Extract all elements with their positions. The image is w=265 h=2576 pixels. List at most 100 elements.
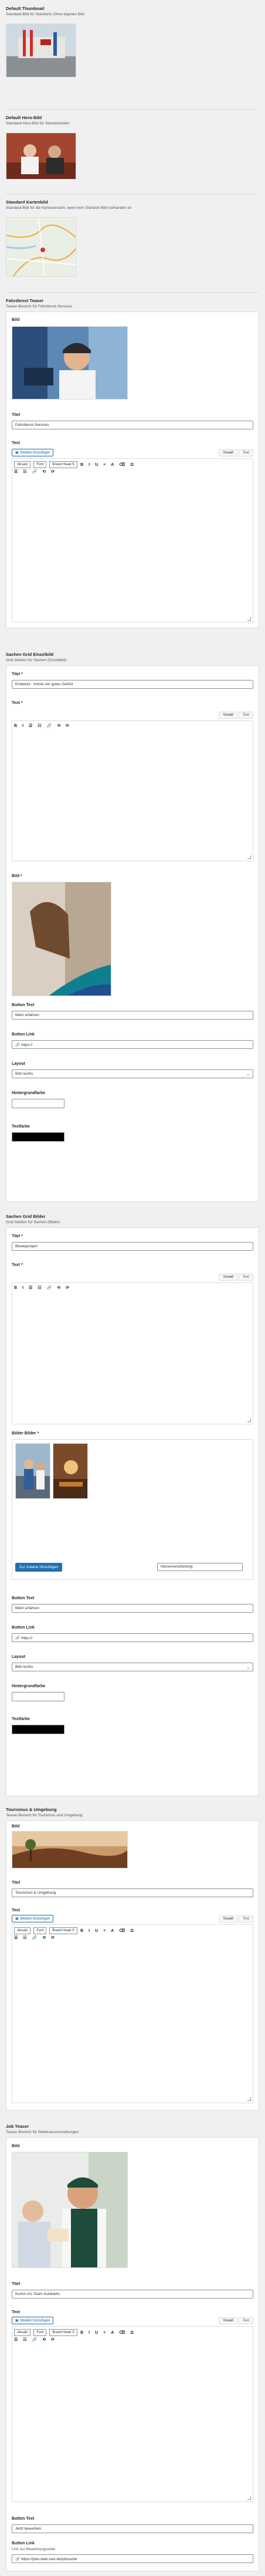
job-editor[interactable] <box>12 2326 253 2502</box>
font-select[interactable]: Font <box>33 1927 47 1934</box>
italic-button[interactable]: I <box>22 724 23 728</box>
italic-button[interactable]: I <box>89 1929 90 1933</box>
sachen-bilder-hg-color[interactable] <box>12 1692 64 1701</box>
sachen-image[interactable] <box>12 882 111 996</box>
fahrdienst-media-button[interactable]: ▣ Medien hinzufügen <box>12 449 54 456</box>
sachen-bilder-titel-input[interactable]: Bewegungen <box>12 1242 253 1251</box>
tab-text[interactable]: Text <box>238 449 253 456</box>
redo-icon[interactable]: ⟳ <box>51 2337 55 2342</box>
galerie-add-button[interactable]: Zur Galerie hinzufügen <box>15 1563 63 1572</box>
sachen-layout-select[interactable]: Bild rechts ⌄ <box>12 1069 253 1078</box>
text-color-button[interactable]: A <box>111 1929 114 1933</box>
sachen-bilder-button-text-input[interactable]: Mehr erfahren <box>12 1604 253 1613</box>
underline-button[interactable]: U <box>95 463 98 467</box>
fahrdienst-editor[interactable] <box>12 458 253 622</box>
size-select[interactable]: Brand Head S <box>49 1927 78 1934</box>
tab-visual[interactable]: Visuell <box>219 449 237 456</box>
job-button-text-input[interactable]: Jetzt bewerben <box>12 2524 253 2533</box>
clear-format-button[interactable]: ⌫ <box>119 462 125 467</box>
job-media-button[interactable]: ▣ Medien hinzufügen <box>12 2317 54 2324</box>
bold-button[interactable]: B <box>14 724 17 728</box>
text-color-button[interactable]: A <box>111 463 114 467</box>
sachen-hg-color[interactable] <box>12 1099 64 1108</box>
undo-icon[interactable]: ⟲ <box>42 469 46 474</box>
sachen-button-link-input[interactable]: 🔗 https:// <box>12 1040 253 1049</box>
redo-icon[interactable]: ⟳ <box>51 469 55 474</box>
thumbnail-image[interactable] <box>6 23 76 77</box>
sachen-bilder-editor[interactable] <box>12 1282 253 1424</box>
list-icon[interactable]: ☰ <box>14 1935 18 1940</box>
special-char-button[interactable]: Ω <box>130 1929 134 1933</box>
bold-button[interactable]: B <box>14 1286 17 1290</box>
ordered-list-icon[interactable]: ☷ <box>23 469 26 474</box>
tab-text[interactable]: Text <box>238 1915 253 1922</box>
clear-format-button[interactable]: ⌫ <box>119 2330 125 2335</box>
map-image[interactable] <box>6 217 76 277</box>
resize-handle-icon[interactable] <box>247 1419 251 1422</box>
link-icon[interactable]: 🔗 <box>47 723 52 728</box>
list-icon[interactable]: ☰ <box>29 723 32 728</box>
paragraph-select[interactable]: Absatz <box>14 2329 31 2336</box>
galerie-bulk-select[interactable]: Massenverarbeitung <box>157 1563 243 1571</box>
resize-handle-icon[interactable] <box>247 2496 251 2500</box>
ordered-list-icon[interactable]: ☷ <box>38 1285 41 1290</box>
sachen-button-text-input[interactable]: Mehr erfahren <box>12 1011 253 1020</box>
tourismus-image[interactable] <box>12 1831 128 1868</box>
underline-button[interactable]: U <box>95 1929 98 1933</box>
italic-button[interactable]: I <box>89 463 90 467</box>
bold-button[interactable]: B <box>80 463 83 467</box>
text-color-button[interactable]: A <box>111 2331 114 2335</box>
fahrdienst-titel-input[interactable]: Fahrdienst-Services <box>12 421 253 429</box>
resize-handle-icon[interactable] <box>247 2097 251 2101</box>
hero-image[interactable] <box>6 133 76 180</box>
sachen-bilder-button-link-input[interactable]: 🔗 https:// <box>12 1633 253 1642</box>
clear-format-button[interactable]: ⌫ <box>119 1928 125 1933</box>
list-icon[interactable]: ☰ <box>14 2337 18 2342</box>
resize-handle-icon[interactable] <box>247 855 251 859</box>
list-icon[interactable]: ☰ <box>29 1285 32 1290</box>
special-char-button[interactable]: Ω <box>130 463 134 467</box>
size-select[interactable]: Brand Head S <box>49 2329 78 2336</box>
undo-icon[interactable]: ⟲ <box>57 1285 60 1290</box>
tab-visual[interactable]: Visuell <box>219 1274 237 1281</box>
special-char-button[interactable]: Ω <box>130 2331 134 2335</box>
sachen-editor[interactable] <box>12 720 253 861</box>
align-button[interactable]: ≡ <box>103 2331 106 2335</box>
paragraph-select[interactable]: Absatz <box>14 1927 31 1934</box>
align-button[interactable]: ≡ <box>103 463 106 467</box>
ordered-list-icon[interactable]: ☷ <box>38 723 41 728</box>
size-select[interactable]: Brand Head S <box>49 461 78 468</box>
bold-button[interactable]: B <box>80 2331 83 2335</box>
gallery-image-2[interactable] <box>53 1443 88 1499</box>
align-button[interactable]: ≡ <box>103 1929 106 1933</box>
paragraph-select[interactable]: Absatz <box>14 461 31 468</box>
gallery-image-1[interactable] <box>15 1443 50 1499</box>
undo-icon[interactable]: ⟲ <box>57 723 60 728</box>
link-icon[interactable]: 🔗 <box>32 1935 38 1940</box>
job-button-link-input[interactable]: 🔗 https://jobs.tank-rast.de/jobsuche <box>12 2554 253 2563</box>
tab-visual[interactable]: Visuell <box>219 2317 237 2324</box>
link-icon[interactable]: 🔗 <box>32 2337 38 2342</box>
undo-icon[interactable]: ⟲ <box>42 1935 46 1940</box>
tourismus-editor[interactable] <box>12 1924 253 2103</box>
tourismus-titel-input[interactable]: Tourismus & Umgebung <box>12 1888 253 1897</box>
sachen-bilder-tf-color[interactable] <box>12 1725 64 1734</box>
tab-visual[interactable]: Visuell <box>219 1915 237 1922</box>
font-select[interactable]: Font <box>33 461 47 468</box>
italic-button[interactable]: I <box>22 1286 23 1290</box>
list-icon[interactable]: ☰ <box>14 469 18 474</box>
sachen-titel-input[interactable]: Entdeckt - immer ein gutes Gefühl <box>12 680 253 689</box>
sachen-bilder-layout-select[interactable]: Bild rechts ⌄ <box>12 1663 253 1671</box>
fahrdienst-image[interactable] <box>12 326 128 400</box>
job-image[interactable] <box>12 2152 128 2268</box>
sachen-tf-color[interactable] <box>12 1132 64 1142</box>
tab-text[interactable]: Text <box>238 2317 253 2324</box>
redo-icon[interactable]: ⟳ <box>51 1935 55 1940</box>
tab-text[interactable]: Text <box>238 1274 253 1281</box>
italic-button[interactable]: I <box>89 2331 90 2335</box>
resize-handle-icon[interactable] <box>247 617 251 621</box>
link-icon[interactable]: 🔗 <box>47 1285 52 1290</box>
redo-icon[interactable]: ⟳ <box>66 723 69 728</box>
font-select[interactable]: Font <box>33 2329 47 2336</box>
tab-text[interactable]: Text <box>238 712 253 719</box>
